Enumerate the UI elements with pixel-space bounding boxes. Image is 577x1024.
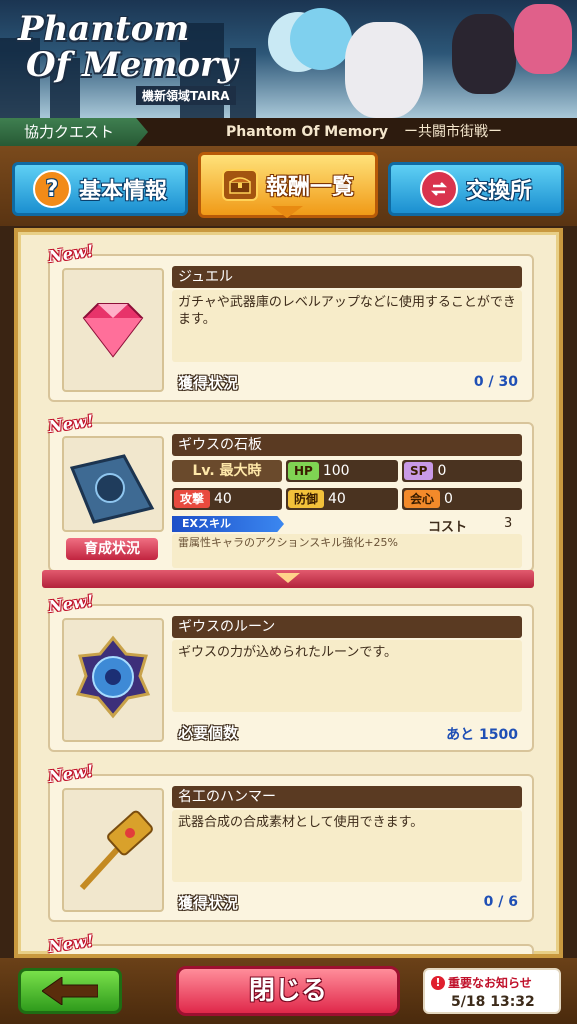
sp-label: SP bbox=[404, 462, 434, 480]
item-image-box bbox=[62, 618, 164, 742]
item-progress: 0 / 30 bbox=[473, 374, 518, 390]
expand-details-bar[interactable] bbox=[42, 570, 534, 588]
logo-line2: Of Memory bbox=[26, 45, 238, 85]
arrow-left-icon bbox=[42, 977, 98, 1005]
attack-label: 攻撃 bbox=[174, 490, 211, 508]
hammer-icon bbox=[79, 810, 153, 891]
back-button[interactable] bbox=[18, 968, 122, 1014]
required-count: あと 1500 bbox=[446, 727, 518, 743]
tab-exchange[interactable]: 交換所 bbox=[388, 162, 564, 216]
character-art bbox=[514, 4, 572, 74]
important-notice-button[interactable]: ! 重要なお知らせ 5/18 13:32 bbox=[423, 968, 561, 1014]
rune-icon bbox=[75, 635, 151, 719]
item-description: ガチャや武器庫のレベルアップなどに使用することができます。 bbox=[172, 290, 522, 362]
quest-title: Phantom Of Memory bbox=[226, 124, 388, 140]
logo-line1: Phantom bbox=[18, 9, 190, 49]
reward-list-panel[interactable]: ジュエル ガチャや武器庫のレベルアップなどに使用することができます。 獲得状況 … bbox=[14, 228, 563, 958]
growth-status-label: 育成状況 bbox=[84, 541, 140, 557]
exchange-icon bbox=[419, 170, 458, 208]
tab-label: 報酬一覧 bbox=[265, 175, 354, 200]
event-banner: Phantom Of Memory 機新領域TAIRA bbox=[0, 0, 577, 118]
item-progress: 0 / 6 bbox=[483, 894, 518, 910]
item-name: ギウスのルーン bbox=[172, 616, 522, 638]
hp-label: HP bbox=[288, 462, 319, 480]
hp-value: 100 bbox=[322, 463, 350, 479]
character-art bbox=[452, 14, 516, 94]
quest-subtitle: ー共闘市街戦ー bbox=[404, 124, 502, 140]
notice-datetime: 5/18 13:32 bbox=[451, 994, 535, 1010]
item-name: ギウスの石板 bbox=[172, 434, 522, 456]
chevron-down-icon bbox=[276, 573, 300, 583]
tab-label: 交換所 bbox=[465, 179, 532, 204]
item-description: 武器合成の合成素材として使用できます。 bbox=[172, 810, 522, 882]
reward-item bbox=[48, 944, 534, 954]
jewel-icon bbox=[82, 303, 144, 358]
tab-basic-info[interactable]: ? 基本情報 bbox=[12, 162, 188, 216]
question-icon: ? bbox=[32, 170, 71, 208]
event-logo: Phantom Of Memory 機新領域TAIRA bbox=[18, 8, 258, 105]
active-tab-pointer bbox=[271, 206, 303, 218]
attack-stat: 攻撃 40 bbox=[172, 488, 282, 510]
close-label: 閉じる bbox=[248, 976, 327, 1006]
item-footer-label: 必要個数 bbox=[178, 724, 239, 742]
character-art bbox=[290, 8, 352, 70]
growth-status-button[interactable]: 育成状況 bbox=[66, 538, 158, 560]
attack-value: 40 bbox=[214, 491, 232, 507]
critical-label: 会心 bbox=[404, 490, 441, 508]
item-footer-label: 獲得状況 bbox=[178, 374, 239, 392]
item-name: 名工のハンマー bbox=[172, 786, 522, 808]
level-label: Lv. 最大時 bbox=[192, 463, 262, 479]
item-description: ギウスの力が込められたルーンです。 bbox=[172, 640, 522, 712]
alert-icon: ! bbox=[431, 975, 445, 990]
ex-skill-tag: EXスキル bbox=[172, 516, 284, 532]
item-image-box bbox=[62, 788, 164, 912]
quest-type-tag: 協力クエスト bbox=[0, 118, 148, 146]
sp-value: 0 bbox=[437, 463, 447, 479]
reward-item: 育成状況 ギウスの石板 Lv. 最大時 HP 100 SP 0 攻撃 40 防御 40 … bbox=[48, 422, 534, 572]
notice-title: 重要なお知らせ bbox=[448, 976, 532, 990]
reward-item: 名工のハンマー 武器合成の合成素材として使用できます。 獲得状況 0 / 6 bbox=[48, 774, 534, 922]
defense-stat: 防御 40 bbox=[286, 488, 398, 510]
skill-description: 雷属性キャラのアクションスキル強化+25% bbox=[172, 534, 522, 568]
logo-subtitle: 機新領域TAIRA bbox=[136, 86, 236, 105]
treasure-chest-icon bbox=[221, 169, 258, 201]
item-image-box bbox=[62, 268, 164, 392]
item-name: ジュエル bbox=[172, 266, 522, 288]
defense-value: 40 bbox=[328, 491, 346, 507]
level-display: Lv. 最大時 bbox=[172, 460, 282, 482]
reward-item: ジュエル ガチャや武器庫のレベルアップなどに使用することができます。 獲得状況 … bbox=[48, 254, 534, 402]
close-button[interactable]: 閉じる bbox=[176, 966, 400, 1016]
critical-stat: 会心 0 bbox=[402, 488, 522, 510]
item-footer-label: 獲得状況 bbox=[178, 894, 239, 912]
quest-bar: 協力クエスト Phantom Of Memory ー共闘市街戦ー bbox=[0, 118, 577, 146]
hp-stat: HP 100 bbox=[286, 460, 398, 482]
item-image-box bbox=[62, 436, 164, 532]
tab-label: 基本情報 bbox=[78, 179, 167, 204]
critical-value: 0 bbox=[444, 491, 453, 507]
cost-label: コスト bbox=[428, 520, 468, 535]
reward-item: ギウスのルーン ギウスの力が込められたルーンです。 必要個数 あと 1500 bbox=[48, 604, 534, 752]
character-art bbox=[345, 22, 423, 118]
stone-tablet-icon bbox=[69, 454, 155, 524]
defense-label: 防御 bbox=[288, 490, 325, 508]
cost-value: 3 bbox=[504, 516, 513, 531]
sp-stat: SP 0 bbox=[402, 460, 522, 482]
